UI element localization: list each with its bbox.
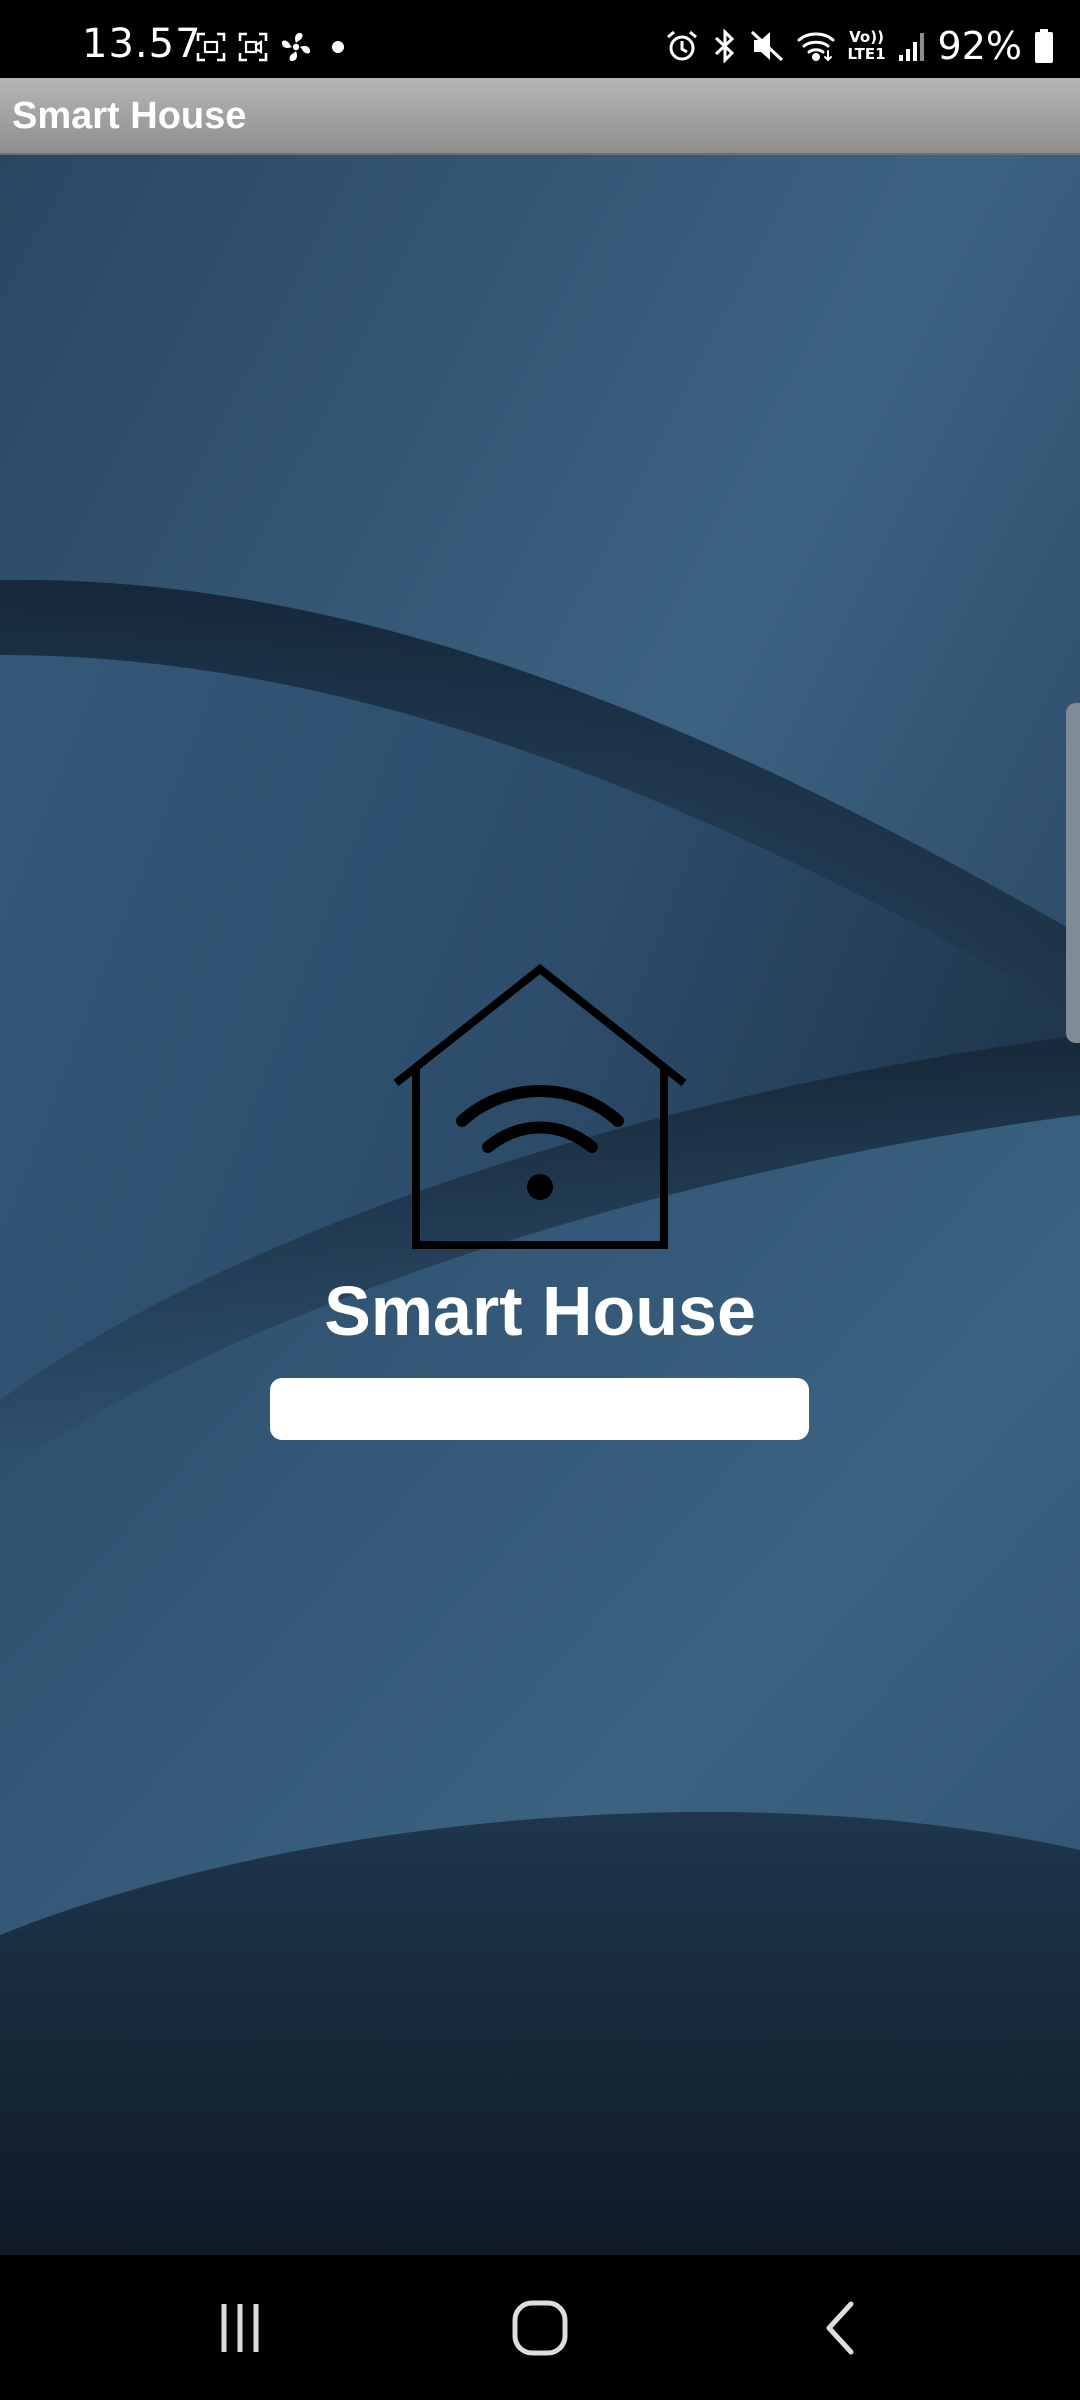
fan-icon: [280, 31, 312, 63]
app-bar-title: Smart House: [12, 95, 247, 137]
alarm-icon: [664, 28, 700, 64]
signal-icon: [898, 29, 926, 63]
wifi-icon: [796, 29, 836, 63]
network-label-bottom: LTE1: [847, 45, 886, 63]
bluetooth-icon: [712, 28, 738, 64]
recent-apps-icon: [221, 2303, 259, 2352]
app-bar: Smart House: [0, 78, 1080, 155]
navigation-bar: [0, 2255, 1080, 2400]
home-icon: [512, 2300, 568, 2355]
recent-apps-button[interactable]: [140, 2255, 340, 2400]
status-left-icons: [196, 30, 352, 64]
smart-home-wifi-icon: [393, 963, 687, 1249]
battery-icon: [1034, 28, 1054, 64]
status-time: 13.57: [82, 21, 202, 67]
loading-progress-fill: [270, 1378, 809, 1440]
loading-progress-bar: [270, 1378, 809, 1440]
screen-record-icon: [238, 32, 268, 62]
mute-icon: [750, 28, 784, 64]
status-right-icons: Vo)) LTE1 92%: [664, 24, 1054, 68]
volte-lte-icon: Vo)) LTE1: [848, 29, 886, 63]
battery-percent: 92%: [937, 24, 1022, 68]
back-icon: [826, 2301, 854, 2354]
screenshot-icon: [196, 32, 226, 62]
splash-screen: Smart House: [0, 155, 1080, 2255]
home-button[interactable]: [440, 2255, 640, 2400]
back-button[interactable]: [743, 2255, 943, 2400]
network-label-top: Vo)): [849, 28, 884, 46]
notification-dot-icon: [324, 37, 352, 57]
scroll-handle[interactable]: [1066, 703, 1080, 1043]
splash-title: Smart House: [324, 1272, 756, 1350]
status-bar: 13.57 Vo)) LTE1 92%: [0, 0, 1080, 78]
